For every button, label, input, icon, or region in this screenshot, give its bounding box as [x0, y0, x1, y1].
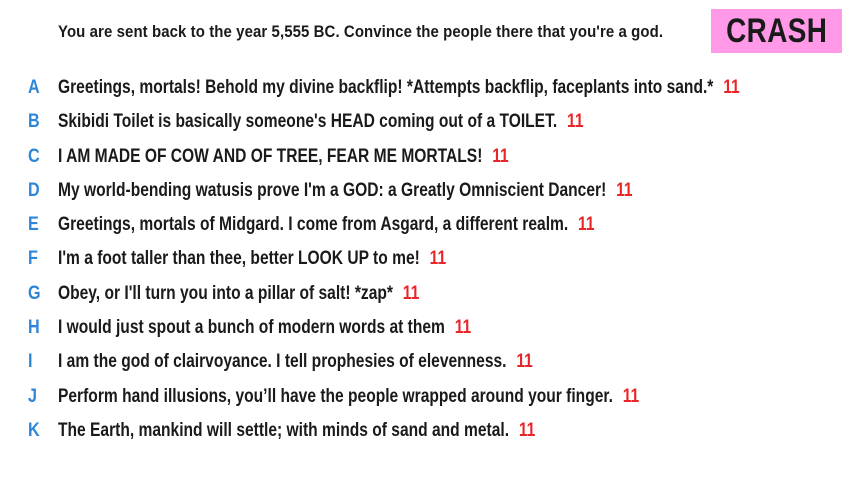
answer-letter: J [28, 385, 37, 407]
answer-line: The Earth, mankind will settle; with min… [58, 414, 535, 448]
answer-row-d: D My world-bending watusis prove I'm a G… [0, 174, 853, 208]
answer-letter: I [28, 351, 33, 373]
answer-score: 11 [578, 214, 595, 236]
answer-score: 11 [723, 77, 740, 98]
answer-text: I would just spout a bunch of modern wor… [58, 317, 445, 339]
answer-text: The Earth, mankind will settle; with min… [58, 419, 510, 441]
answer-row-i: I I am the god of clairvoyance. I tell p… [0, 345, 853, 379]
answer-letter: H [28, 317, 40, 339]
answer-line: I am the god of clairvoyance. I tell pro… [58, 345, 533, 379]
answer-letter: F [28, 248, 38, 270]
answer-text: Greetings, mortals! Behold my divine bac… [58, 77, 714, 98]
answer-line: Perform hand illusions, you’ll have the … [58, 380, 639, 414]
answer-line: I'm a foot taller than thee, better LOOK… [58, 242, 446, 276]
answer-score: 11 [429, 248, 447, 270]
answer-score: 11 [516, 351, 533, 373]
answer-line: Skibidi Toilet is basically someone's HE… [58, 105, 584, 139]
answer-row-f: F I'm a foot taller than thee, better LO… [0, 242, 853, 276]
answer-text: Obey, or I'll turn you into a pillar of … [58, 282, 393, 304]
answer-row-e: E Greetings, mortals of Midgard. I come … [0, 208, 853, 242]
answer-letter: B [28, 111, 40, 133]
answer-letter: K [28, 419, 40, 441]
answer-row-g: G Obey, or I'll turn you into a pillar o… [0, 277, 853, 311]
answer-letter: E [28, 214, 39, 236]
answer-score: 11 [492, 145, 509, 167]
answer-row-a: A Greetings, mortals! Behold my divine b… [0, 71, 853, 105]
answer-text: I'm a foot taller than thee, better LOOK… [58, 248, 420, 270]
answer-letter: G [28, 282, 41, 304]
answer-line: Obey, or I'll turn you into a pillar of … [58, 277, 419, 311]
answer-score: 11 [622, 385, 640, 407]
answer-letter: A [28, 77, 40, 98]
answer-row-k: K The Earth, mankind will settle; with m… [0, 414, 853, 448]
answer-line: I AM MADE OF COW AND OF TREE, FEAR ME MO… [58, 140, 509, 174]
answer-score: 11 [518, 419, 536, 441]
answer-row-c: C I AM MADE OF COW AND OF TREE, FEAR ME … [0, 140, 853, 174]
crash-badge-label: CRASH [725, 12, 828, 50]
answer-line: My world-bending watusis prove I'm a GOD… [58, 174, 633, 208]
answer-score: 11 [402, 282, 420, 304]
crash-badge: CRASH [711, 9, 842, 53]
answer-text: Greetings, mortals of Midgard. I come fr… [58, 214, 569, 236]
answer-score: 11 [616, 179, 633, 201]
answer-score: 11 [567, 111, 584, 133]
answer-line: Greetings, mortals of Midgard. I come fr… [58, 208, 595, 242]
answer-letter: D [28, 179, 40, 201]
answer-letter: C [28, 145, 40, 167]
answer-row-h: H I would just spout a bunch of modern w… [0, 311, 853, 345]
answer-row-j: J Perform hand illusions, you’ll have th… [0, 380, 853, 414]
answer-line: Greetings, mortals! Behold my divine bac… [58, 71, 740, 105]
answer-row-b: B Skibidi Toilet is basically someone's … [0, 105, 853, 139]
answer-text: Perform hand illusions, you’ll have the … [58, 385, 613, 407]
answer-text: I am the god of clairvoyance. I tell pro… [58, 351, 507, 373]
answer-text: Skibidi Toilet is basically someone's HE… [58, 111, 558, 133]
answer-text: I AM MADE OF COW AND OF TREE, FEAR ME MO… [58, 145, 483, 167]
answer-line: I would just spout a bunch of modern wor… [58, 311, 471, 345]
answer-list: A Greetings, mortals! Behold my divine b… [0, 71, 853, 448]
answer-score: 11 [454, 317, 472, 339]
answer-text: My world-bending watusis prove I'm a GOD… [58, 179, 607, 201]
question-prompt: You are sent back to the year 5,555 BC. … [58, 22, 664, 41]
